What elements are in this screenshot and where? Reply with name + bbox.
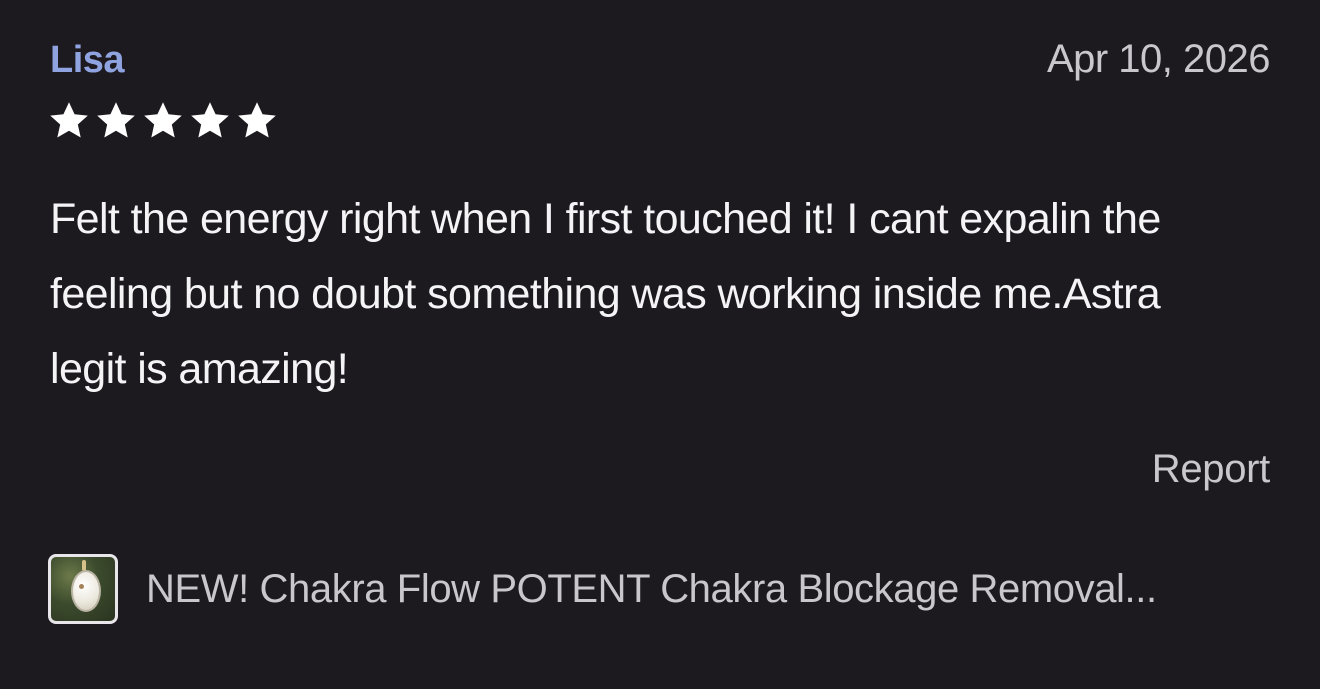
product-link[interactable]: NEW! Chakra Flow POTENT Chakra Blockage … bbox=[48, 551, 1157, 627]
product-title[interactable]: NEW! Chakra Flow POTENT Chakra Blockage … bbox=[146, 562, 1157, 616]
star-icon bbox=[187, 98, 233, 144]
star-rating bbox=[46, 98, 280, 144]
review-date: Apr 10, 2026 bbox=[1046, 37, 1271, 81]
report-link[interactable]: Report bbox=[1152, 442, 1271, 496]
star-icon bbox=[93, 98, 139, 144]
star-icon bbox=[46, 98, 92, 144]
review-card: Lisa Apr 10, 2026 Felt the energy right … bbox=[0, 0, 1320, 689]
star-icon bbox=[234, 98, 280, 144]
product-thumbnail[interactable] bbox=[48, 554, 118, 624]
pendant-icon bbox=[71, 570, 101, 612]
reviewer-name[interactable]: Lisa bbox=[50, 36, 125, 84]
star-icon bbox=[140, 98, 186, 144]
review-text: Felt the energy right when I first touch… bbox=[50, 195, 1161, 393]
